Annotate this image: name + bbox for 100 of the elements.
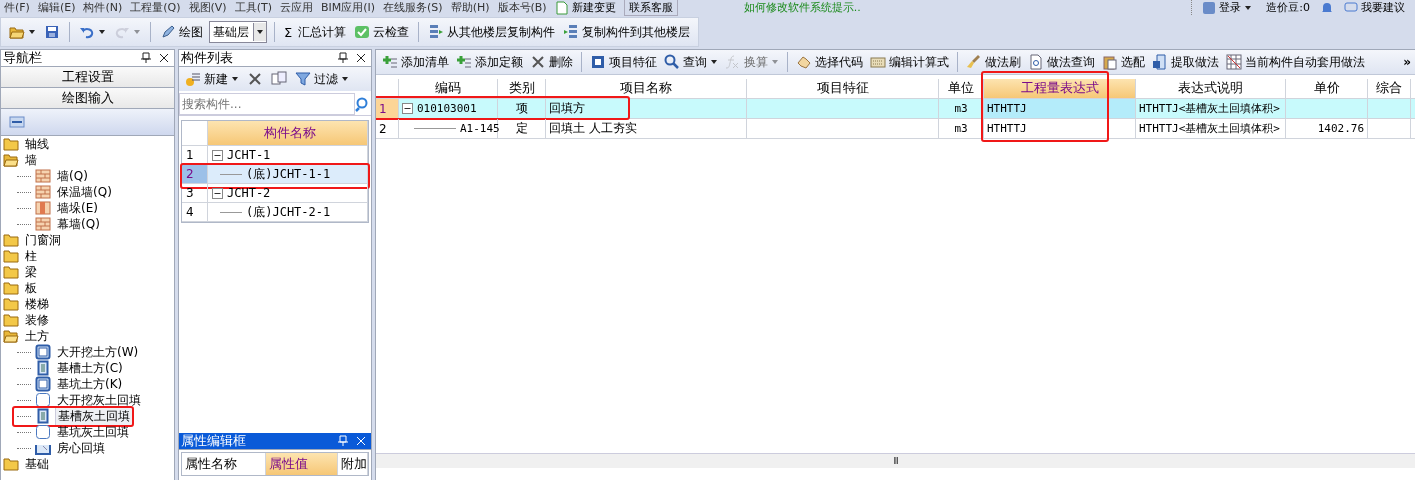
pin-icon	[337, 52, 349, 64]
search-field[interactable]: 搜索构件...	[179, 93, 355, 115]
column-header[interactable]: 项目特征	[747, 79, 939, 98]
menu-item[interactable]: 工程量(Q)	[126, 0, 185, 15]
toolbar-button[interactable]: 云检查	[352, 21, 412, 43]
tree-item[interactable]: 墙(Q)	[55, 167, 90, 185]
tree-item[interactable]: 墙	[23, 151, 39, 169]
new-change-link[interactable]: 新建变更	[550, 0, 620, 15]
component-toolbar-button[interactable]: 过滤	[293, 68, 351, 90]
folder-icon	[3, 232, 19, 248]
tree-item[interactable]: 楼梯	[23, 295, 51, 313]
tree-item[interactable]: 柱	[23, 247, 39, 265]
caret-icon	[341, 75, 349, 83]
pencil-icon	[160, 24, 176, 40]
caret-icon	[771, 58, 779, 66]
close-icon	[158, 52, 170, 64]
toolbar-button[interactable]: 选择代码	[794, 51, 865, 73]
toolbar-button[interactable]: 删除	[528, 51, 575, 73]
tree-connector	[17, 383, 31, 385]
column-header[interactable]: 构件名称	[208, 121, 368, 145]
search-icon	[664, 54, 680, 70]
menu-item[interactable]: 版本号(B)	[493, 0, 551, 15]
toolbar-button[interactable]: 选配	[1100, 51, 1147, 73]
menu-item[interactable]: 在线服务(S)	[379, 0, 447, 15]
column-header[interactable]: 编码	[399, 79, 498, 98]
section-button[interactable]: 工程设置	[1, 67, 174, 88]
document-icon	[554, 0, 569, 15]
toolbar-button[interactable]: 当前构件自动套用做法	[1224, 51, 1367, 73]
component-name[interactable]: (底)JCHT-2-1	[208, 203, 368, 221]
row-number: 2	[182, 165, 208, 183]
tree-item[interactable]: 墙垛(E)	[55, 199, 100, 217]
component-toolbar-button[interactable]: 新建	[183, 68, 241, 90]
tree-item[interactable]: 大开挖灰土回填	[55, 391, 143, 409]
table-cell: HTHTTJ	[984, 119, 1136, 138]
menu-item[interactable]: 帮助(H)	[446, 0, 494, 15]
menu-item[interactable]: 构件(N)	[79, 0, 127, 15]
menu-item[interactable]: 视图(V)	[184, 0, 231, 15]
column-header[interactable]: 工程量表达式	[984, 79, 1136, 98]
component-name[interactable]: JCHT-2	[208, 184, 368, 202]
tree-item[interactable]: 板	[23, 279, 39, 297]
toolbar-button[interactable]: Σ 汇总计算	[282, 21, 349, 43]
save-icon	[44, 24, 60, 40]
contact-button[interactable]: 联系客服	[623, 0, 678, 16]
toolbar-button[interactable]: 编辑计算式	[868, 51, 951, 73]
menu-item[interactable]: BIM应用(I)	[316, 0, 380, 15]
tree-item[interactable]: 保温墙(Q)	[55, 183, 114, 201]
menu-item[interactable]: 编辑(E)	[33, 0, 80, 15]
section-button[interactable]: 绘图输入	[1, 88, 174, 109]
toolbar-button[interactable]: 绘图	[158, 21, 205, 43]
copy-layers-icon	[563, 24, 580, 40]
table-cell: 回填土 人工夯实	[546, 119, 747, 138]
column-header[interactable]: 项目名称	[546, 79, 747, 98]
suggest-button[interactable]: 我要建议	[1340, 0, 1409, 15]
menu-item[interactable]: 云应用	[275, 0, 317, 15]
tree-connector	[17, 367, 31, 369]
more-button[interactable]: »	[1403, 55, 1411, 69]
tree-item[interactable]: 梁	[23, 263, 39, 281]
column-header[interactable]: 属性值	[266, 453, 338, 475]
horizontal-scrollbar[interactable]: III	[376, 453, 1415, 468]
column-header[interactable]: 综合	[1368, 79, 1411, 98]
pit-icon	[35, 344, 51, 360]
tree-connector	[17, 351, 31, 353]
toolbar-button[interactable]: 复制构件到其他楼层	[561, 21, 693, 43]
toolbar-button[interactable]: 做法查询	[1026, 51, 1097, 73]
tree-item[interactable]: 装修	[23, 311, 51, 329]
tree-item[interactable]: 基槽灰土回填	[55, 406, 133, 426]
tree-item[interactable]: 基槽土方(C)	[55, 359, 125, 377]
column-header[interactable]: 单价	[1286, 79, 1368, 98]
login-button[interactable]: 登录	[1198, 0, 1257, 15]
caret-icon	[231, 75, 239, 83]
tree-item[interactable]: 基坑灰土回填	[55, 423, 131, 441]
toolbar-button[interactable]: 做法刷	[964, 51, 1023, 73]
folder-icon	[3, 280, 19, 296]
tree-item[interactable]: 基础	[23, 455, 51, 473]
tree-item[interactable]: 幕墙(Q)	[55, 215, 102, 233]
floor-dropdown[interactable]: 基础层	[209, 21, 267, 43]
column-header[interactable]: 类别	[498, 79, 546, 98]
toolbar-button[interactable]: 项目特征	[588, 51, 659, 73]
tree-item[interactable]: 大开挖土方(W)	[55, 343, 141, 361]
column-header[interactable]: 表达式说明	[1136, 79, 1286, 98]
toolbar-button[interactable]: 添加清单	[380, 51, 451, 73]
tree-item[interactable]: 房心回填	[55, 439, 107, 457]
tree-item[interactable]: 轴线	[23, 135, 51, 153]
tree-item[interactable]: 基坑土方(K)	[55, 375, 125, 393]
toolbar-button[interactable]: 从其他楼层复制构件	[426, 21, 558, 43]
menu-item[interactable]: 件(F)	[0, 0, 34, 15]
clipboard-icon	[1102, 54, 1118, 70]
tree-item[interactable]: 门窗洞	[23, 231, 63, 249]
brick-wall-icon	[35, 216, 51, 232]
component-name[interactable]: (底)JCHT-1-1	[208, 165, 368, 183]
toolbar-button[interactable]: 提取做法	[1150, 51, 1221, 73]
wall-pier-icon	[35, 200, 51, 216]
menu-item[interactable]: 工具(T)	[230, 0, 276, 15]
toolbar-button[interactable]: 添加定额	[454, 51, 525, 73]
toolbar-button[interactable]: 查询	[662, 51, 720, 73]
pin-icon	[337, 435, 349, 447]
tree-item[interactable]: 土方	[23, 327, 51, 345]
row-number: 1	[376, 99, 399, 118]
column-header[interactable]: 附加	[338, 453, 368, 475]
component-name[interactable]: JCHT-1	[208, 146, 368, 164]
